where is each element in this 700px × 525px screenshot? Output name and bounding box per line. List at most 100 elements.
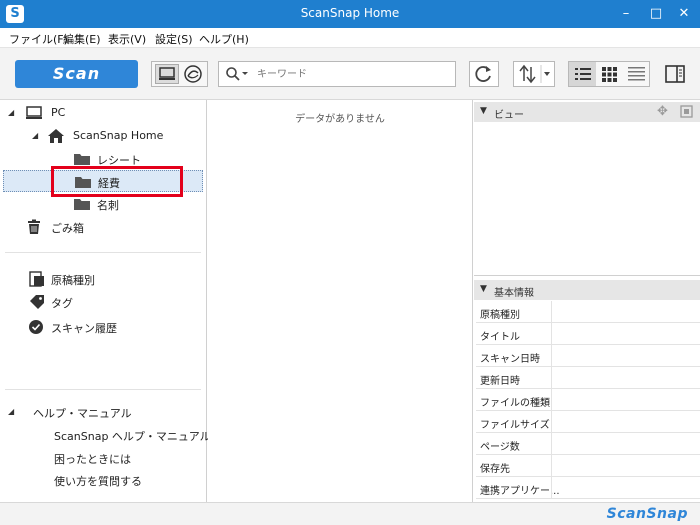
info-field-divider [551,411,552,433]
info-row: ファイルの種類 [476,389,700,411]
info-field-divider [551,323,552,345]
trash-icon [25,219,43,238]
close-button[interactable]: ✕ [668,0,700,28]
refresh-button[interactable] [469,61,499,87]
help-link-troubleshooting[interactable]: 困ったときには [0,447,206,469]
menu-view[interactable]: 表示(V) [108,31,146,47]
menu-settings[interactable]: 設定(S) [155,31,193,47]
info-field-label: タイトル [480,332,520,343]
sort-button[interactable] [513,61,555,87]
info-row: 原稿種別 [476,301,700,323]
source-toggle [151,61,208,87]
divider [5,252,201,253]
details-pane: ▼ ビュー ✥ ▼ 基本情報 原稿種別 タイトル スキャン日時 更新日時 ファイ… [474,100,700,502]
info-field-divider [551,455,552,477]
help-link-label: 困ったときには [54,453,131,466]
folder-icon [73,196,91,215]
collapse-triangle-icon[interactable]: ▼ [480,284,487,294]
search-input[interactable] [257,66,447,82]
viewer-area[interactable] [474,122,700,276]
menu-file[interactable]: ファイル(F) [9,31,68,47]
minimize-button[interactable]: – [610,0,642,28]
collapse-triangle-icon[interactable]: ◢ [8,108,14,117]
info-field-label: スキャン日時 [480,354,540,365]
refresh-icon [475,66,491,82]
tree-label-home: ScanSnap Home [73,129,164,142]
info-field-label: 原稿種別 [480,310,520,321]
tree-label-folder: 名刺 [97,199,119,212]
help-link-ask-question[interactable]: 使い方を質問する [0,469,206,491]
home-icon [47,128,65,147]
cloud-sync-icon[interactable] [181,64,205,84]
help-link-label: 使い方を質問する [54,475,142,488]
computer-icon [25,105,43,124]
info-field-divider [551,367,552,389]
info-row: 保存先 [476,455,700,477]
collapse-triangle-icon[interactable]: ◢ [32,131,38,140]
tree-item-scansnap-home[interactable]: ◢ ScanSnap Home [0,125,206,147]
help-header-label: ヘルプ・マニュアル [33,407,132,420]
collapse-triangle-icon[interactable]: ◢ [8,407,14,416]
filter-label: 原稿種別 [51,274,95,287]
panel-toggle-icon[interactable] [664,63,686,85]
title-bar: S ScanSnap Home – □ ✕ [0,0,700,28]
local-computer-icon[interactable] [155,64,179,84]
info-field-divider [551,345,552,367]
filter-document-type[interactable]: 原稿種別 [0,268,206,290]
toolbar: Scan [0,48,700,100]
info-row: タイトル [476,323,700,345]
tree-label-pc: PC [51,106,66,119]
menu-help[interactable]: ヘルプ(H) [199,31,249,47]
zoom-fit-icon[interactable] [679,104,694,119]
viewer-section-header[interactable]: ▼ ビュー ✥ [474,102,700,122]
help-link-label: ScanSnap ヘルプ・マニュアル [54,430,211,443]
tree-label-trash: ごみ箱 [51,222,84,235]
help-manual-header[interactable]: ◢ ヘルプ・マニュアル [0,401,206,423]
divider [5,389,201,390]
help-link-manual[interactable]: ScanSnap ヘルプ・マニュアル [0,424,211,446]
scan-button[interactable]: Scan [15,60,138,88]
filter-label: スキャン履歴 [51,322,117,335]
info-row: 更新日時 [476,367,700,389]
search-icon[interactable] [225,66,249,85]
basic-info-header-label: 基本情報 [494,288,534,299]
menu-bar: ファイル(F) 編集(E) 表示(V) 設定(S) ヘルプ(H) [0,28,700,48]
thumbnail-view-icon[interactable] [596,62,623,86]
list-view-icon[interactable] [569,62,596,86]
tag-icon [28,294,46,313]
document-type-icon [28,271,46,290]
filter-tags[interactable]: タグ [0,291,206,313]
window-title: ScanSnap Home [300,6,400,20]
viewer-header-label: ビュー [494,110,524,121]
info-field-label: 連携アプリケー... [480,486,560,497]
info-field-divider [551,477,552,499]
menu-edit[interactable]: 編集(E) [63,31,101,47]
filter-label: タグ [51,297,73,310]
info-field-label: ファイルの種類 [480,398,550,409]
empty-message: データがありません [295,114,385,125]
info-field-label: 更新日時 [480,376,520,387]
collapse-triangle-icon[interactable]: ▼ [480,106,487,116]
info-field-label: 保存先 [480,464,510,475]
layout-switcher [568,61,650,87]
basic-info-section-header[interactable]: ▼ 基本情報 [474,280,700,300]
navigation-pane: ◢ PC ◢ ScanSnap Home レシート 経費 名刺 ごみ箱 原稿種別… [0,100,211,502]
status-bar: ScanSnap [0,502,700,525]
tree-item-trash[interactable]: ごみ箱 [0,216,206,238]
search-field[interactable] [218,61,456,87]
highlight-annotation [51,166,183,197]
detail-view-icon[interactable] [623,62,650,86]
filter-scan-history[interactable]: スキャン履歴 [0,316,206,338]
info-field-divider [551,389,552,411]
info-row: ファイルサイズ [476,411,700,433]
info-row: ページ数 [476,433,700,455]
move-icon[interactable]: ✥ [657,104,668,119]
tree-item-pc[interactable]: ◢ PC [0,102,206,124]
content-list-pane[interactable]: データがありません [208,100,473,502]
sort-icon [519,64,550,84]
info-field-divider [551,433,552,455]
info-field-divider [551,301,552,323]
info-row: スキャン日時 [476,345,700,367]
scansnap-logo: ScanSnap [606,506,688,522]
info-row: 連携アプリケー... [476,477,700,499]
